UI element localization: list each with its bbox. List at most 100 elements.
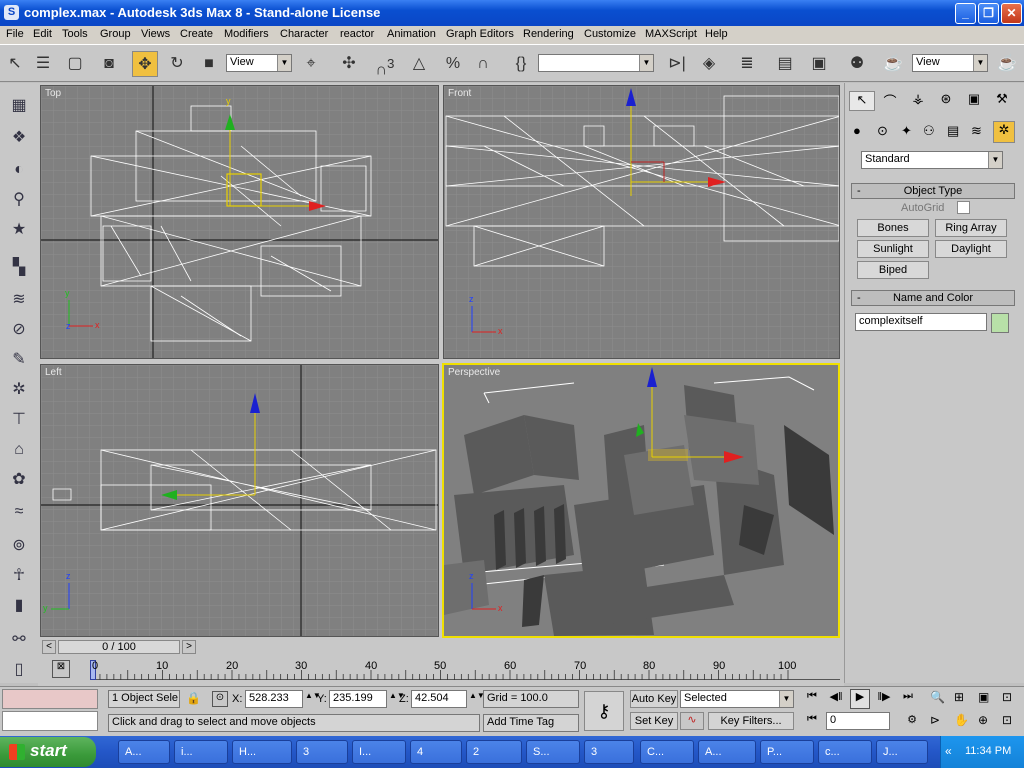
field-of-view-icon[interactable]: ⊳ (930, 713, 940, 727)
slider-next-icon[interactable]: > (182, 640, 196, 654)
time-slider-thumb[interactable]: 0 / 100 (58, 640, 180, 654)
viewport-label-front[interactable]: Front (448, 88, 471, 99)
task-button-10[interactable]: C... (640, 740, 694, 764)
toy-car-icon[interactable]: ⊤ (6, 407, 32, 433)
task-button-1[interactable]: A... (118, 740, 170, 764)
deforming-mesh-icon[interactable]: ★ (6, 217, 32, 243)
viewport-label-left[interactable]: Left (45, 367, 62, 378)
menu-maxscript[interactable]: MAXScript (645, 28, 697, 40)
track-bar[interactable]: ⊠ 0 10 20 30 40 50 60 70 80 90 100 (38, 656, 844, 686)
quick-render-icon[interactable]: ☕ (994, 51, 1020, 77)
maximize-viewport-icon[interactable]: ⊡ (1002, 713, 1012, 727)
zoom-extents-all-icon[interactable]: ⊡ (1002, 690, 1012, 704)
set-key-button[interactable]: Set Key (630, 712, 678, 730)
x-coordinate-field[interactable]: 528.233 (245, 690, 303, 708)
task-button-11[interactable]: A... (698, 740, 756, 764)
clock[interactable]: 11:34 PM (965, 745, 1011, 757)
point-to-point-icon[interactable]: ⚯ (6, 627, 32, 653)
bones-button[interactable]: Bones (857, 219, 929, 237)
menu-rendering[interactable]: Rendering (523, 28, 574, 40)
hierarchy-tab-icon[interactable]: ⚶ (905, 91, 931, 111)
time-config-icon[interactable]: ⚙ (902, 713, 922, 731)
task-button-3[interactable]: H... (232, 740, 292, 764)
spacewarps-icon[interactable]: ≋ (971, 123, 982, 139)
systems-icon[interactable]: ✲ (993, 121, 1015, 143)
add-time-tag[interactable]: Add Time Tag (483, 714, 579, 732)
material-editor-icon[interactable]: ⚉ (844, 51, 870, 77)
render-scene-icon[interactable]: ☕ (880, 51, 906, 77)
menu-group[interactable]: Group (100, 28, 131, 40)
pivot-center-icon[interactable]: ⌖ (298, 51, 324, 77)
auto-key-button[interactable]: Auto Key (630, 690, 678, 708)
menu-modifiers[interactable]: Modifiers (224, 28, 269, 40)
minimize-button[interactable]: _ (955, 3, 976, 24)
viewport-label-top[interactable]: Top (45, 88, 61, 99)
go-to-start-icon[interactable]: ⏮ (802, 690, 822, 708)
play-icon[interactable]: ▶ (850, 689, 870, 709)
window-crossing-icon[interactable]: ◙ (96, 51, 122, 77)
spinner-snap-icon[interactable]: ∩ (470, 51, 496, 77)
select-move-icon[interactable]: ✥ (132, 51, 158, 77)
name-color-rollout-header[interactable]: - Name and Color (851, 290, 1015, 306)
key-filters-button[interactable]: Key Filters... (708, 712, 794, 730)
angle-snap-icon[interactable]: △ (406, 51, 432, 77)
align-icon[interactable]: ◈ (696, 51, 722, 77)
task-button-12[interactable]: P... (760, 740, 814, 764)
sunlight-button[interactable]: Sunlight (857, 240, 929, 258)
dashpot-icon[interactable]: ⊘ (6, 317, 32, 343)
menu-reactor[interactable]: reactor (340, 28, 374, 40)
plane-icon[interactable]: ▚ (6, 255, 32, 281)
named-selection-dropdown[interactable]: ▼ (538, 54, 654, 72)
select-cursor-icon[interactable]: ↖ (2, 51, 28, 77)
object-category-dropdown[interactable]: Standard ▼ (861, 151, 1003, 169)
create-tab-icon[interactable]: ↖ (849, 91, 875, 111)
motion-tab-icon[interactable]: ⊛ (933, 91, 959, 111)
motor-icon[interactable]: ✎ (6, 347, 32, 373)
percent-snap-icon[interactable]: % (440, 51, 466, 77)
constraint-icon[interactable]: ⊚ (6, 533, 32, 559)
key-icon[interactable]: ⚷ (584, 691, 624, 731)
task-button-13[interactable]: c... (818, 740, 872, 764)
modify-tab-icon[interactable]: ⌒ (877, 91, 903, 111)
menu-create[interactable]: Create (180, 28, 213, 40)
ring-array-button[interactable]: Ring Array (935, 219, 1007, 237)
geometry-icon[interactable]: ● (853, 123, 861, 138)
menu-customize[interactable]: Customize (584, 28, 636, 40)
menu-graph-editors[interactable]: Graph Editors (446, 28, 514, 40)
rigid-body-icon[interactable]: ▦ (6, 93, 32, 119)
menu-file[interactable]: File (6, 28, 24, 40)
start-button[interactable]: start (0, 737, 96, 767)
viewport-label-perspective[interactable]: Perspective (448, 367, 500, 378)
display-tab-icon[interactable]: ▣ (961, 91, 987, 111)
task-button-7[interactable]: 2 (466, 740, 522, 764)
restore-button[interactable]: ❐ (978, 3, 999, 24)
time-slider[interactable]: < 0 / 100 > (38, 638, 844, 656)
select-scale-icon[interactable]: ■ (196, 51, 222, 77)
arc-rotate-icon[interactable]: ⊕ (978, 713, 988, 727)
curve-editor-icon[interactable]: ▤ (772, 51, 798, 77)
task-button-6[interactable]: 4 (410, 740, 462, 764)
object-type-rollout-header[interactable]: - Object Type (851, 183, 1015, 199)
close-button[interactable]: ✕ (1001, 3, 1022, 24)
menu-animation[interactable]: Animation (387, 28, 436, 40)
task-button-9[interactable]: 3 (584, 740, 634, 764)
key-mode-dropdown[interactable]: Selected ▼ (680, 690, 794, 708)
task-button-14[interactable]: J... (876, 740, 928, 764)
menu-edit[interactable]: Edit (33, 28, 52, 40)
lights-icon[interactable]: ✦ (901, 123, 912, 139)
tray-arrow-icon[interactable]: « (945, 744, 952, 758)
default-tangent-icon[interactable]: ∿ (680, 712, 704, 730)
mirror-icon[interactable]: ⊳| (664, 51, 690, 77)
render-type-dropdown[interactable]: View ▼ (912, 54, 988, 72)
previous-frame-icon[interactable]: ◀‖ (826, 690, 846, 708)
autogrid-checkbox[interactable] (957, 201, 970, 214)
utilities-tab-icon[interactable]: ⚒ (989, 91, 1015, 111)
viewport-top[interactable]: y y x z Top (40, 85, 439, 359)
next-frame-icon[interactable]: ‖▶ (874, 690, 894, 708)
viewport-front[interactable]: z x Front (443, 85, 840, 359)
object-color-swatch[interactable] (991, 313, 1009, 333)
prismatic-icon[interactable]: ▯ (6, 657, 32, 683)
reference-coordinate-dropdown[interactable]: View ▼ (226, 54, 292, 72)
edit-named-selection-icon[interactable]: {} (508, 51, 534, 77)
lock-selection-icon[interactable]: 🔒 (186, 691, 201, 705)
